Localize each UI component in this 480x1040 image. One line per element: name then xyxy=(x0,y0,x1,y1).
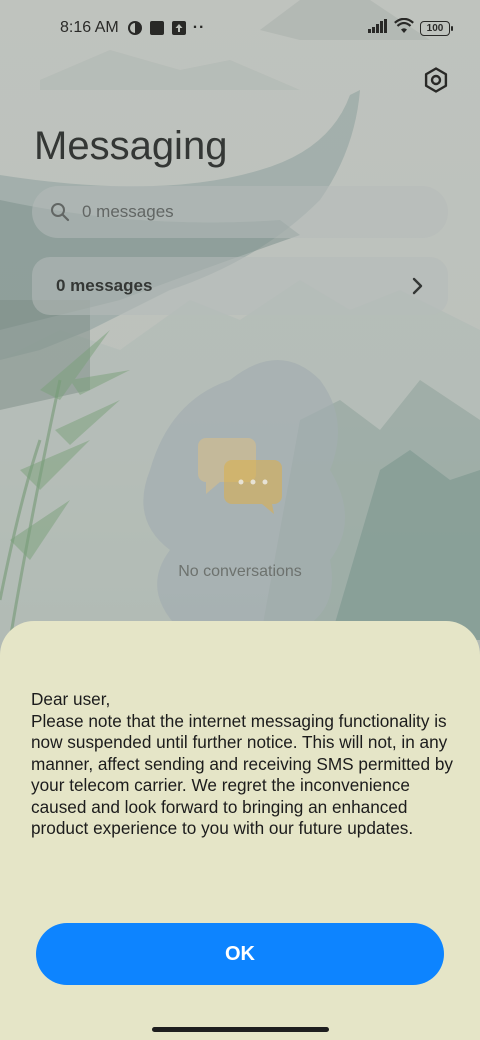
dialog-greeting: Dear user, xyxy=(31,689,111,709)
notice-dialog: Dear user, Please note that the internet… xyxy=(0,621,480,1040)
ok-button[interactable]: OK xyxy=(36,923,444,985)
home-indicator[interactable] xyxy=(152,1027,329,1032)
dialog-message: Dear user, Please note that the internet… xyxy=(31,689,463,840)
dialog-body: Please note that the internet messaging … xyxy=(31,710,453,839)
